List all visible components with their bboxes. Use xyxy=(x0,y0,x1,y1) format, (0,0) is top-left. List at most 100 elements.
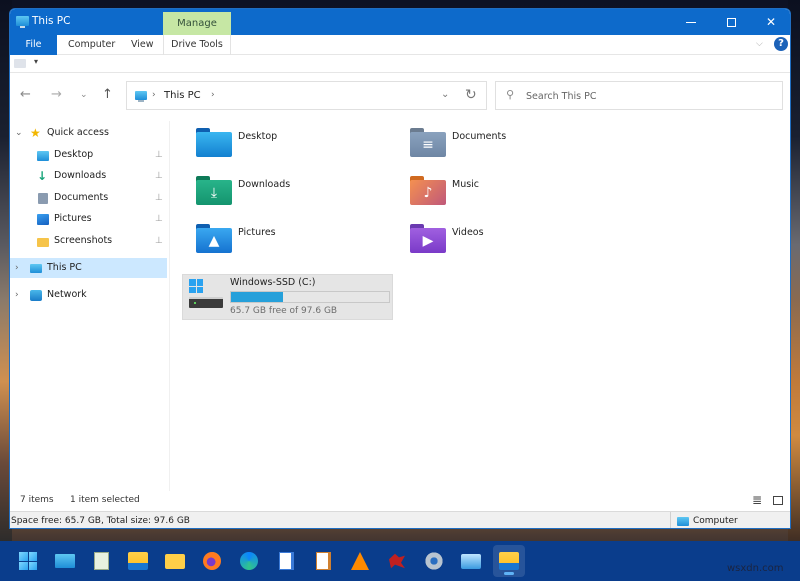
sidebar-item-this-pc[interactable]: › This PC xyxy=(10,258,167,278)
taskbar-writer[interactable] xyxy=(270,545,302,577)
zone-info: Computer xyxy=(670,512,738,528)
desktop-folder-icon xyxy=(196,128,232,157)
download-icon: ↓ xyxy=(37,169,48,183)
minimize-icon xyxy=(686,21,696,23)
close-icon: ✕ xyxy=(765,15,777,29)
taskbar-impress[interactable] xyxy=(307,545,339,577)
manage-context-tab[interactable]: Manage xyxy=(163,12,231,35)
customize-toolbar-icon[interactable]: ▾ xyxy=(34,57,38,66)
sidebar-item-screenshots[interactable]: Screenshots ⊥ xyxy=(10,231,167,251)
up-button[interactable]: ↑ xyxy=(102,87,113,102)
search-box[interactable]: ⚲ xyxy=(495,81,783,110)
search-input[interactable] xyxy=(526,87,766,105)
drive-free-space: 65.7 GB free of 97.6 GB xyxy=(230,306,338,316)
computer-icon xyxy=(677,517,689,526)
sidebar-item-desktop[interactable]: Desktop ⊥ xyxy=(10,145,167,165)
taskbar-desktop[interactable] xyxy=(49,545,81,577)
start-button[interactable] xyxy=(12,545,44,577)
libreoffice-writer-icon xyxy=(278,552,294,570)
expand-ribbon-icon[interactable]: ⌵ xyxy=(756,39,763,49)
help-icon[interactable]: ? xyxy=(774,37,788,51)
breadcrumb-separator[interactable]: › xyxy=(152,90,156,100)
downloads-folder-icon: ⤓ xyxy=(196,176,232,205)
taskbar-file-explorer-active[interactable] xyxy=(493,545,525,577)
pin-icon: ⊥ xyxy=(155,150,163,160)
taskbar-control-panel[interactable] xyxy=(455,545,487,577)
this-pc-icon xyxy=(30,264,42,273)
details-bar: Space free: 65.7 GB, Total size: 97.6 GB… xyxy=(10,511,790,528)
settings-gear-icon xyxy=(424,551,444,571)
title-bar[interactable]: This PC Manage ✕ xyxy=(10,9,790,35)
folder-label: Desktop xyxy=(238,131,278,142)
folder-tile-documents[interactable]: ≡ Documents xyxy=(396,121,606,165)
drive-tile-c[interactable]: Windows-SSD (C:) 65.7 GB free of 97.6 GB xyxy=(182,274,393,320)
network-icon xyxy=(30,290,42,301)
taskbar-folder[interactable] xyxy=(159,545,191,577)
breadcrumb-separator[interactable]: › xyxy=(211,90,215,100)
sidebar-item-documents[interactable]: Documents ⊥ xyxy=(10,188,167,208)
address-bar[interactable]: › This PC › ⌄ ↻ xyxy=(126,81,487,110)
folder-tile-desktop[interactable]: Desktop xyxy=(182,121,392,165)
sidebar-item-pictures[interactable]: Pictures ⊥ xyxy=(10,209,167,229)
drive-usage-bar xyxy=(230,291,390,303)
pictures-folder-icon: ▲ xyxy=(196,224,232,253)
folder-label: Music xyxy=(452,179,480,190)
chevron-right-icon[interactable]: › xyxy=(15,285,19,305)
red-app-icon xyxy=(389,553,405,569)
sidebar-item-label: Documents xyxy=(54,192,109,203)
ribbon-tabs: File Computer View Drive Tools ⌵ ? xyxy=(10,35,790,55)
address-dropdown-icon[interactable]: ⌄ xyxy=(441,89,449,100)
taskbar-settings[interactable] xyxy=(418,545,450,577)
libreoffice-impress-icon xyxy=(315,552,331,570)
taskbar-edge[interactable] xyxy=(233,545,265,577)
tab-view[interactable]: View xyxy=(125,35,160,55)
breadcrumb-this-pc[interactable]: This PC xyxy=(164,90,201,101)
search-icon: ⚲ xyxy=(506,88,515,101)
music-folder-icon: ♪ xyxy=(410,176,446,205)
drive-usage-fill xyxy=(231,292,283,302)
folder-tile-videos[interactable]: ▶ Videos xyxy=(396,217,606,261)
documents-folder-icon: ≡ xyxy=(410,128,446,157)
minimize-button[interactable] xyxy=(674,9,708,35)
details-view-icon[interactable]: ≣ xyxy=(752,493,762,507)
taskbar-vlc[interactable] xyxy=(344,545,376,577)
taskbar-notepad[interactable] xyxy=(85,545,117,577)
taskbar-file-explorer[interactable] xyxy=(122,545,154,577)
file-explorer-icon xyxy=(499,552,519,570)
folder-tile-music[interactable]: ♪ Music xyxy=(396,169,606,213)
file-explorer-window: This PC Manage ✕ File Computer View Driv… xyxy=(9,8,791,529)
close-button[interactable]: ✕ xyxy=(754,9,788,35)
back-button[interactable]: ← xyxy=(20,87,31,102)
tab-drive-tools[interactable]: Drive Tools xyxy=(163,35,231,55)
folder-label: Documents xyxy=(452,131,507,142)
sidebar-item-downloads[interactable]: ↓ Downloads ⊥ xyxy=(10,166,167,186)
space-info: Space free: 65.7 GB, Total size: 97.6 GB xyxy=(11,516,190,526)
chevron-down-icon[interactable]: ⌄ xyxy=(15,123,23,143)
watermark: wsxdn.com xyxy=(727,563,784,574)
sidebar-item-network[interactable]: › Network xyxy=(10,285,167,305)
taskbar xyxy=(0,541,800,581)
large-icons-view-icon[interactable] xyxy=(773,496,783,505)
refresh-icon[interactable]: ↻ xyxy=(465,87,477,103)
tab-computer[interactable]: Computer xyxy=(62,35,121,55)
folder-icon xyxy=(37,238,49,247)
taskbar-red-app[interactable] xyxy=(381,545,413,577)
folder-tile-pictures[interactable]: ▲ Pictures xyxy=(182,217,392,261)
taskbar-firefox[interactable] xyxy=(196,545,228,577)
sidebar-item-quick-access[interactable]: ⌄ ★ Quick access xyxy=(10,123,167,143)
desktop-icon xyxy=(37,151,49,161)
firefox-icon xyxy=(203,552,221,570)
chevron-right-icon[interactable]: › xyxy=(15,258,19,278)
recent-locations-button[interactable]: ⌄ xyxy=(80,90,88,100)
documents-icon xyxy=(38,193,48,204)
forward-button[interactable]: → xyxy=(51,87,62,102)
new-folder-icon[interactable] xyxy=(14,59,26,68)
tab-file[interactable]: File xyxy=(10,35,57,55)
pictures-icon xyxy=(37,214,49,225)
sidebar-item-label: Network xyxy=(47,289,87,300)
maximize-button[interactable] xyxy=(714,9,748,35)
drive-name: Windows-SSD (C:) xyxy=(230,277,316,288)
folder-tile-downloads[interactable]: ⤓ Downloads xyxy=(182,169,392,213)
windows-logo-icon xyxy=(189,279,203,293)
window-title: This PC xyxy=(32,15,71,27)
